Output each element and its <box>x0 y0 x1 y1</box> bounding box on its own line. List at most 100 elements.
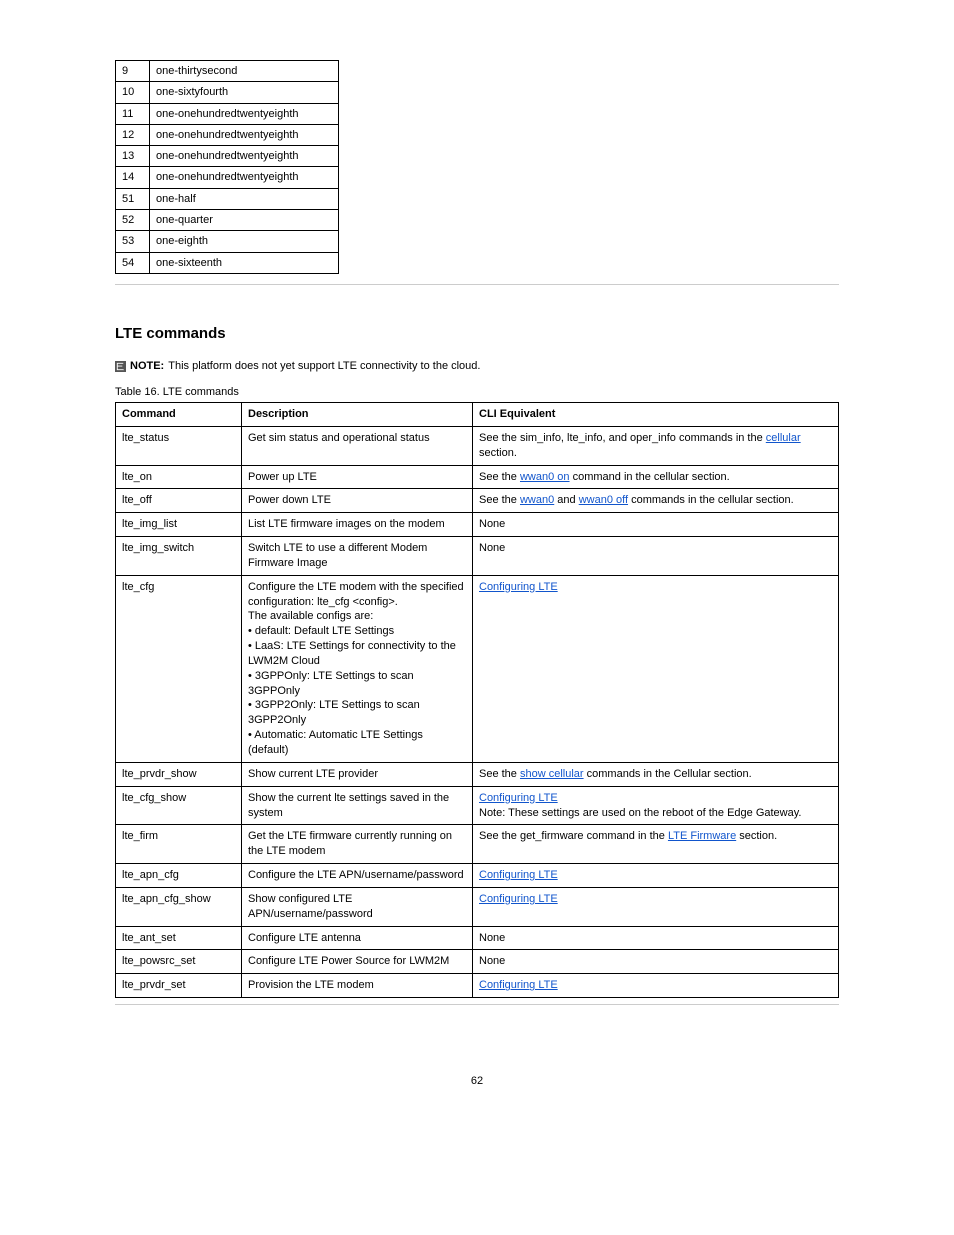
cell-command: lte_img_list <box>116 513 242 537</box>
cell-command: lte_cfg_show <box>116 786 242 825</box>
cell-cli: See the sim_info, lte_info, and oper_inf… <box>473 426 839 465</box>
cell-value: 9 <box>116 61 150 82</box>
cell-value: 11 <box>116 103 150 124</box>
cell-cli: Configuring LTE <box>473 864 839 888</box>
cell-cli: None <box>473 537 839 576</box>
cli-link[interactable]: LTE Firmware <box>668 830 736 842</box>
cell-label: one-thirtysecond <box>150 61 339 82</box>
cell-command: lte_firm <box>116 825 242 864</box>
note-label: NOTE: <box>130 360 164 372</box>
cell-value: 14 <box>116 167 150 188</box>
cell-command: lte_prvdr_set <box>116 974 242 998</box>
cell-description: Power down LTE <box>242 489 473 513</box>
cli-link[interactable]: wwan0 <box>520 494 554 506</box>
cell-description: Get the LTE firmware currently running o… <box>242 825 473 864</box>
cell-command: lte_cfg <box>116 575 242 762</box>
table-row: lte_offPower down LTESee the wwan0 and w… <box>116 489 839 513</box>
cell-label: one-sixtyfourth <box>150 82 339 103</box>
cli-link[interactable]: cellular <box>766 432 801 444</box>
table-row: 14one-onehundredtwentyeighth <box>116 167 339 188</box>
cell-command: lte_prvdr_show <box>116 762 242 786</box>
value-mapping-table: 9one-thirtysecond10one-sixtyfourth11one-… <box>115 60 339 274</box>
cell-cli: None <box>473 513 839 537</box>
cell-description: Get sim status and operational status <box>242 426 473 465</box>
cell-value: 51 <box>116 188 150 209</box>
cell-label: one-onehundredtwentyeighth <box>150 146 339 167</box>
cell-description: Show configured LTE APN/username/passwor… <box>242 887 473 926</box>
cell-value: 10 <box>116 82 150 103</box>
cell-label: one-quarter <box>150 210 339 231</box>
cell-value: 54 <box>116 252 150 273</box>
cell-description: Provision the LTE modem <box>242 974 473 998</box>
cli-link[interactable]: Configuring LTE <box>479 893 558 905</box>
cell-command: lte_on <box>116 465 242 489</box>
note-text: This platform does not yet support LTE c… <box>168 360 480 372</box>
cli-link[interactable]: Configuring LTE <box>479 869 558 881</box>
cell-label: one-half <box>150 188 339 209</box>
table-row: 52one-quarter <box>116 210 339 231</box>
cell-cli: See the wwan0 and wwan0 off commands in … <box>473 489 839 513</box>
table-row: lte_ant_setConfigure LTE antennaNone <box>116 926 839 950</box>
table-row: 53one-eighth <box>116 231 339 252</box>
table-header-row: Command Description CLI Equivalent <box>116 402 839 426</box>
cell-cli: Configuring LTE Note: These settings are… <box>473 786 839 825</box>
page-number: 62 <box>115 1075 839 1087</box>
section-title: LTE commands <box>115 325 839 342</box>
table-row: lte_cfg_showShow the current lte setting… <box>116 786 839 825</box>
cell-label: one-onehundredtwentyeighth <box>150 103 339 124</box>
cell-label: one-onehundredtwentyeighth <box>150 167 339 188</box>
cell-command: lte_powsrc_set <box>116 950 242 974</box>
table-row: lte_statusGet sim status and operational… <box>116 426 839 465</box>
cell-cli: See the wwan0 on command in the cellular… <box>473 465 839 489</box>
table-row: lte_firmGet the LTE firmware currently r… <box>116 825 839 864</box>
table-row: lte_apn_cfgConfigure the LTE APN/usernam… <box>116 864 839 888</box>
table-row: lte_powsrc_setConfigure LTE Power Source… <box>116 950 839 974</box>
cell-label: one-onehundredtwentyeighth <box>150 124 339 145</box>
cli-link[interactable]: Configuring LTE <box>479 581 558 593</box>
table-row: lte_img_switchSwitch LTE to use a differ… <box>116 537 839 576</box>
cell-value: 13 <box>116 146 150 167</box>
cli-link[interactable]: wwan0 on <box>520 471 570 483</box>
cell-cli: None <box>473 950 839 974</box>
table-row: 10one-sixtyfourth <box>116 82 339 103</box>
cell-command: lte_apn_cfg_show <box>116 887 242 926</box>
table-row: lte_cfgConfigure the LTE modem with the … <box>116 575 839 762</box>
cell-description: Power up LTE <box>242 465 473 489</box>
table-row: 13one-onehundredtwentyeighth <box>116 146 339 167</box>
cli-link[interactable]: Configuring LTE <box>479 979 558 991</box>
cell-label: one-sixteenth <box>150 252 339 273</box>
cell-description: Show the current lte settings saved in t… <box>242 786 473 825</box>
lte-commands-table: Command Description CLI Equivalent lte_s… <box>115 402 839 998</box>
cell-command: lte_img_switch <box>116 537 242 576</box>
table-row: 54one-sixteenth <box>116 252 339 273</box>
cli-link[interactable]: Configuring LTE <box>479 792 558 804</box>
divider <box>115 284 839 285</box>
cli-link[interactable]: show cellular <box>520 768 584 780</box>
table-row: 9one-thirtysecond <box>116 61 339 82</box>
cell-command: lte_apn_cfg <box>116 864 242 888</box>
divider <box>115 1004 839 1005</box>
table-row: lte_prvdr_showShow current LTE providerS… <box>116 762 839 786</box>
table-row: lte_onPower up LTESee the wwan0 on comma… <box>116 465 839 489</box>
note: NOTE: This platform does not yet support… <box>115 360 839 372</box>
cell-description: Configure LTE antenna <box>242 926 473 950</box>
table-row: 51one-half <box>116 188 339 209</box>
col-command: Command <box>116 402 242 426</box>
cell-value: 53 <box>116 231 150 252</box>
cell-cli: See the show cellular commands in the Ce… <box>473 762 839 786</box>
cell-command: lte_ant_set <box>116 926 242 950</box>
cell-description: Show current LTE provider <box>242 762 473 786</box>
cell-command: lte_status <box>116 426 242 465</box>
table-row: 11one-onehundredtwentyeighth <box>116 103 339 124</box>
table-row: lte_img_listList LTE firmware images on … <box>116 513 839 537</box>
cell-value: 12 <box>116 124 150 145</box>
table-row: lte_apn_cfg_showShow configured LTE APN/… <box>116 887 839 926</box>
cell-value: 52 <box>116 210 150 231</box>
cell-cli: None <box>473 926 839 950</box>
table-row: lte_prvdr_setProvision the LTE modem Conf… <box>116 974 839 998</box>
col-cli: CLI Equivalent <box>473 402 839 426</box>
cell-cli: Configuring LTE <box>473 575 839 762</box>
cli-link[interactable]: wwan0 off <box>579 494 628 506</box>
cell-description: Configure LTE Power Source for LWM2M <box>242 950 473 974</box>
cell-cli: Configuring LTE <box>473 974 839 998</box>
